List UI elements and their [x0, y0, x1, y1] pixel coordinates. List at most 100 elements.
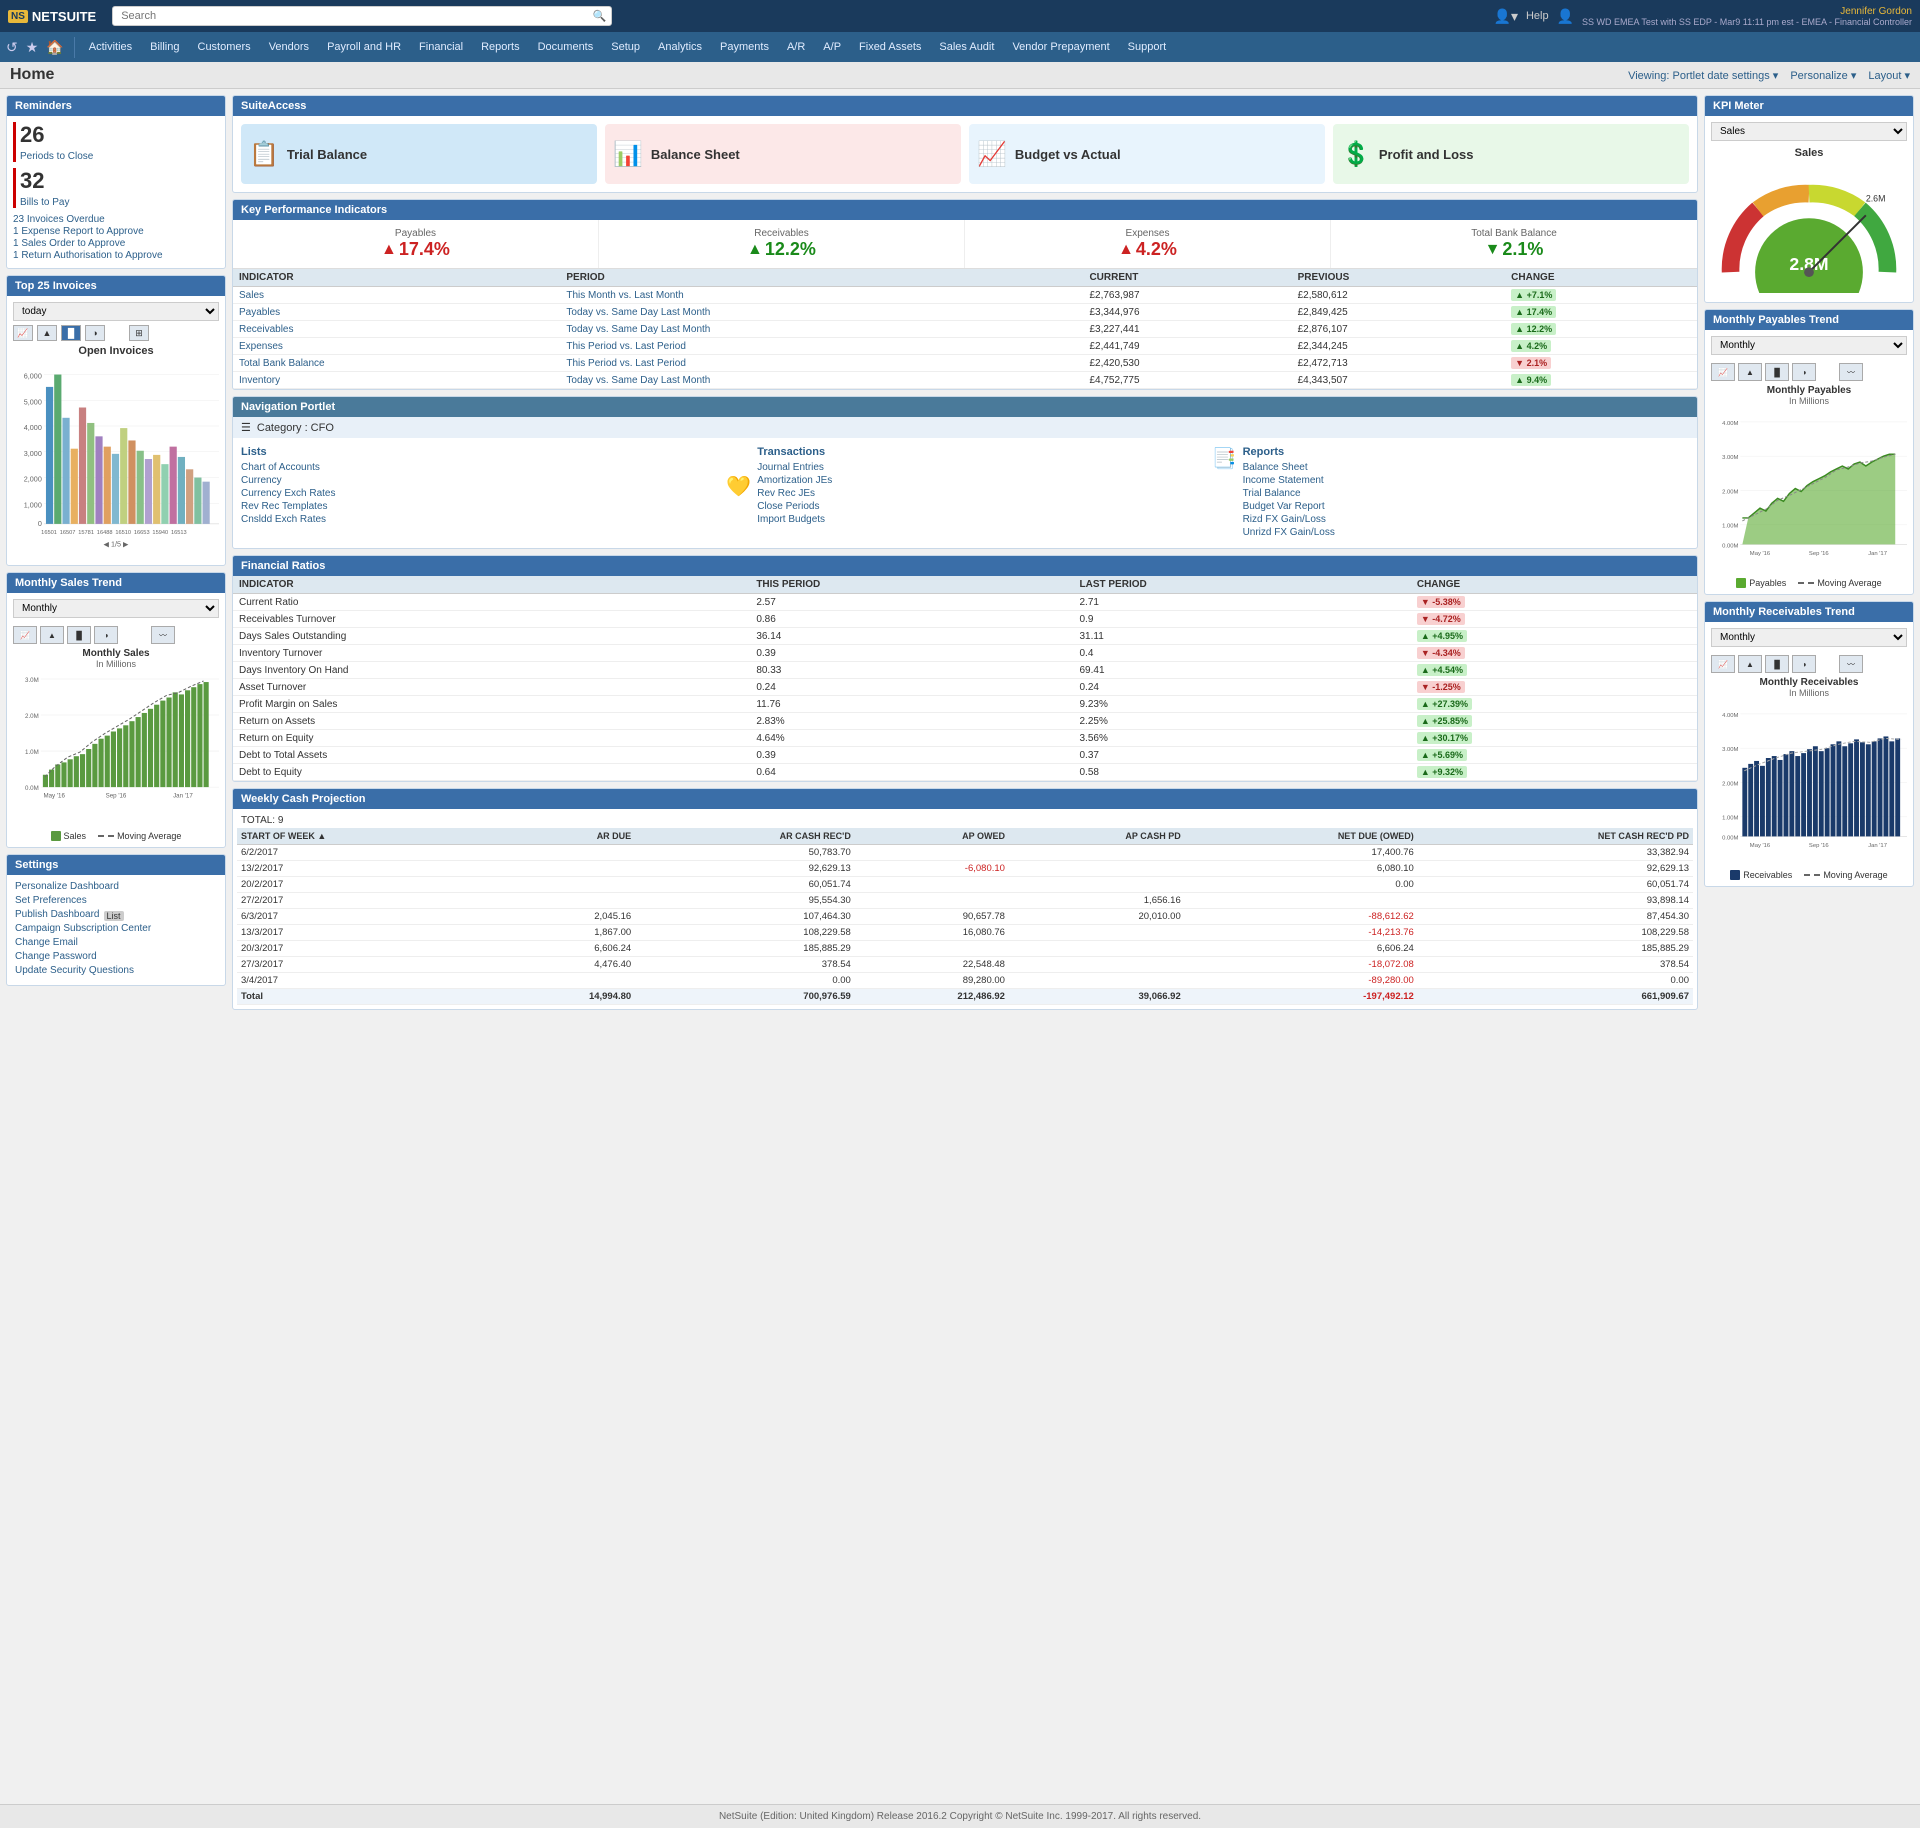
main-layout: Reminders 26 Periods to Close 32 Bills t… — [0, 89, 1920, 1804]
search-bar[interactable]: 🔍 — [112, 6, 612, 26]
balance-sheet-nav-link[interactable]: Balance Sheet — [1243, 462, 1335, 473]
star-icon[interactable]: ★ — [24, 37, 41, 58]
kpi-row-period[interactable]: This Month vs. Last Month — [560, 287, 1083, 304]
nav-documents[interactable]: Documents — [530, 37, 602, 57]
bar-chart-icon-active[interactable]: ▐▌ — [61, 325, 81, 341]
campaign-sub-link[interactable]: Campaign Subscription Center — [15, 923, 217, 934]
monthly-sales-select[interactable]: Monthly — [13, 599, 219, 618]
pie-icon[interactable]: ◑ — [94, 626, 118, 644]
currency-link[interactable]: Currency — [241, 475, 718, 486]
personalize-link[interactable]: Personalize ▾ — [1790, 69, 1856, 82]
receivables-chart-title: Monthly Receivables — [1711, 677, 1907, 688]
personalize-dashboard-link[interactable]: Personalize Dashboard — [15, 881, 217, 892]
change-password-link[interactable]: Change Password — [15, 951, 217, 962]
search-input[interactable] — [112, 6, 612, 26]
nav-financial[interactable]: Financial — [411, 37, 471, 57]
chart-of-accounts-link[interactable]: Chart of Accounts — [241, 462, 718, 473]
nav-vendors[interactable]: Vendors — [261, 37, 317, 57]
amort-jes-link[interactable]: Amortization JEs — [757, 475, 832, 486]
rev-rec-templates-link[interactable]: Rev Rec Templates — [241, 501, 718, 512]
svg-text:3.0M: 3.0M — [25, 677, 39, 684]
rev-rec-jes-link[interactable]: Rev Rec JEs — [757, 488, 832, 499]
line-chart-icon[interactable]: 📈 — [13, 325, 33, 341]
change-email-link[interactable]: Change Email — [15, 937, 217, 948]
budget-var-link[interactable]: Budget Var Report — [1243, 501, 1335, 512]
nav-vendor-prepayment[interactable]: Vendor Prepayment — [1004, 37, 1117, 57]
area-icon[interactable]: ▲ — [40, 626, 64, 644]
home-icon[interactable]: 🏠 — [44, 37, 65, 58]
unrizd-fx-link[interactable]: Unrizd FX Gain/Loss — [1243, 527, 1335, 538]
income-statement-link[interactable]: Income Statement — [1243, 475, 1335, 486]
pay-bar-icon[interactable]: ▐▌ — [1765, 363, 1789, 381]
nav-billing[interactable]: Billing — [142, 37, 187, 57]
nav-payments[interactable]: Payments — [712, 37, 777, 57]
kpi-row-period[interactable]: Today vs. Same Day Last Month — [560, 321, 1083, 338]
journal-entries-link[interactable]: Journal Entries — [757, 462, 832, 473]
nav-analytics[interactable]: Analytics — [650, 37, 710, 57]
kpi-row-period[interactable]: This Period vs. Last Period — [560, 355, 1083, 372]
nav-setup[interactable]: Setup — [603, 37, 648, 57]
kpi-row-period[interactable]: Today vs. Same Day Last Month — [560, 304, 1083, 321]
svg-text:16513: 16513 — [171, 530, 187, 536]
kpi-row-period[interactable]: This Period vs. Last Period — [560, 338, 1083, 355]
nav-ar[interactable]: A/R — [779, 37, 813, 57]
trial-balance-nav-link[interactable]: Trial Balance — [1243, 488, 1335, 499]
nav-fixed-assets[interactable]: Fixed Assets — [851, 37, 929, 57]
kpi-meter-select[interactable]: Sales — [1711, 122, 1907, 141]
balance-sheet-card[interactable]: 📊 Balance Sheet — [605, 124, 961, 184]
nav-reports[interactable]: Reports — [473, 37, 528, 57]
pie-chart-icon[interactable]: ◑ — [85, 325, 105, 341]
trial-balance-card[interactable]: 📋 Trial Balance — [241, 124, 597, 184]
area-chart-icon[interactable]: ▲ — [37, 325, 57, 341]
rec-line-icon[interactable]: 📈 — [1711, 655, 1735, 673]
viewing-portlet-link[interactable]: Viewing: Portlet date settings ▾ — [1628, 69, 1778, 82]
profit-loss-card[interactable]: 💲 Profit and Loss — [1333, 124, 1689, 184]
bank-arrow-icon: ▼ — [1485, 241, 1501, 259]
invoices-overdue-link[interactable]: 23 Invoices Overdue — [13, 214, 219, 225]
nav-support[interactable]: Support — [1120, 37, 1175, 57]
wave-icon[interactable]: 〰 — [151, 626, 175, 644]
kpi-payables-value: 17.4% — [399, 239, 450, 260]
set-preferences-link[interactable]: Set Preferences — [15, 895, 217, 906]
right-column: KPI Meter Sales Sales — [1704, 95, 1914, 1798]
line-icon[interactable]: 📈 — [13, 626, 37, 644]
rec-area-icon[interactable]: ▲ — [1738, 655, 1762, 673]
nav-ap[interactable]: A/P — [815, 37, 849, 57]
sales-order-link[interactable]: 1 Sales Order to Approve — [13, 238, 219, 249]
expense-report-link[interactable]: 1 Expense Report to Approve — [13, 226, 219, 237]
close-periods-link[interactable]: Close Periods — [757, 501, 832, 512]
layout-link[interactable]: Layout ▾ — [1868, 69, 1910, 82]
kpi-meter-portlet: KPI Meter Sales Sales — [1704, 95, 1914, 303]
back-icon[interactable]: ↺ — [4, 37, 20, 58]
cnsldd-exch-link[interactable]: Cnsldd Exch Rates — [241, 514, 718, 525]
return-auth-link[interactable]: 1 Return Authorisation to Approve — [13, 250, 219, 261]
periods-close-link[interactable]: Periods to Close — [20, 151, 93, 162]
pay-wave-icon[interactable]: 〰 — [1839, 363, 1863, 381]
nav-sales-audit[interactable]: Sales Audit — [931, 37, 1002, 57]
nav-payroll[interactable]: Payroll and HR — [319, 37, 409, 57]
budget-vs-actual-card[interactable]: 📈 Budget vs Actual — [969, 124, 1325, 184]
nav-activities[interactable]: Activities — [81, 37, 140, 57]
bills-pay-link[interactable]: Bills to Pay — [20, 197, 69, 208]
help-link[interactable]: Help — [1526, 10, 1549, 22]
currency-exch-link[interactable]: Currency Exch Rates — [241, 488, 718, 499]
table-chart-icon[interactable]: ⊞ — [129, 325, 149, 341]
rec-wave-icon[interactable]: 〰 — [1839, 655, 1863, 673]
kpi-row-period[interactable]: Today vs. Same Day Last Month — [560, 372, 1083, 389]
pay-area-icon[interactable]: ▲ — [1738, 363, 1762, 381]
update-security-link[interactable]: Update Security Questions — [15, 965, 217, 976]
rizd-fx-link[interactable]: Rizd FX Gain/Loss — [1243, 514, 1335, 525]
monthly-receivables-select[interactable]: Monthly — [1711, 628, 1907, 647]
cash-col-week: START OF WEEK ▲ — [237, 828, 496, 845]
rec-pie-icon[interactable]: ◑ — [1792, 655, 1816, 673]
import-budgets-link[interactable]: Import Budgets — [757, 514, 832, 525]
pay-line-icon[interactable]: 📈 — [1711, 363, 1735, 381]
rec-bar-icon[interactable]: ▐▌ — [1765, 655, 1789, 673]
publish-dashboard-link[interactable]: Publish Dashboard — [15, 909, 100, 920]
pay-pie-icon[interactable]: ◑ — [1792, 363, 1816, 381]
bar-icon[interactable]: ▐▌ — [67, 626, 91, 644]
nav-customers[interactable]: Customers — [190, 37, 259, 57]
top25-select[interactable]: today — [13, 302, 219, 321]
monthly-payables-select[interactable]: Monthly — [1711, 336, 1907, 355]
ratio-this-period: 36.14 — [750, 628, 1073, 645]
